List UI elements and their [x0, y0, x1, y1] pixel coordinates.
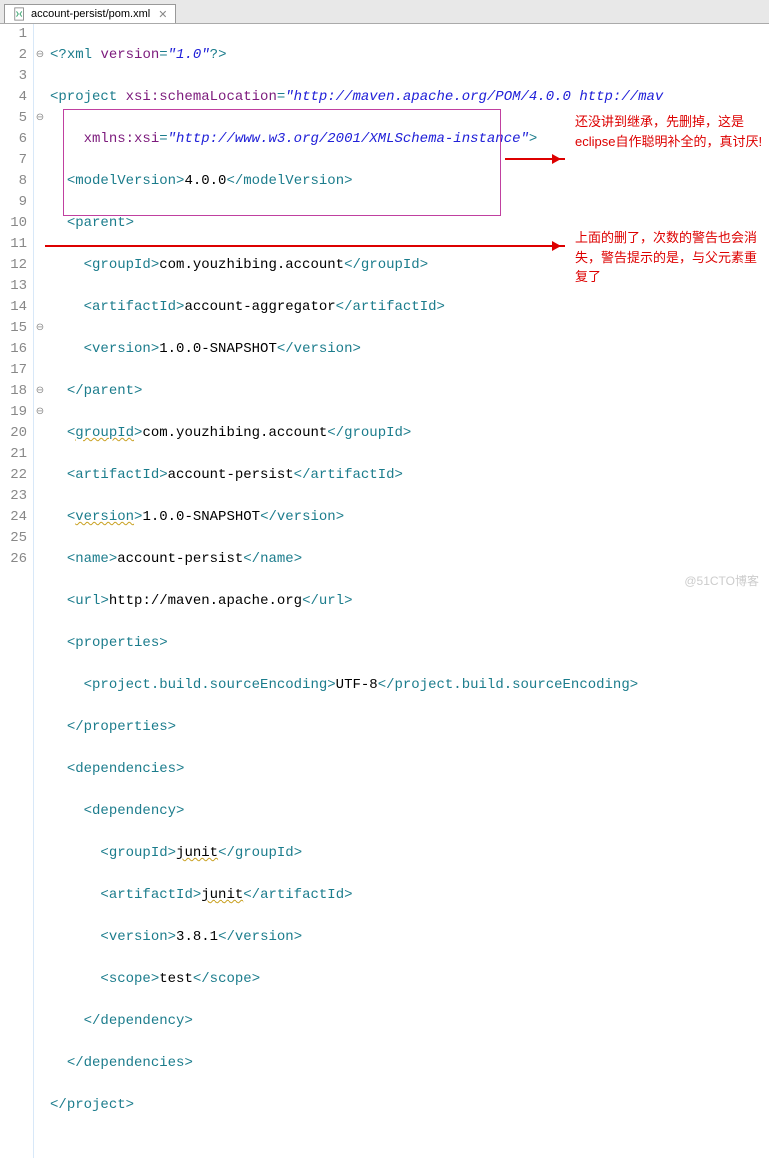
annotation-text: 上面的删了，次数的警告也会消失，警告提示的是，与父元素重复了 — [575, 228, 765, 287]
xml-file-icon — [13, 7, 27, 21]
annotation-text: 还没讲到继承，先删掉，这是eclipse自作聪明补全的，真讨厌! — [575, 112, 765, 151]
tab-bar: account-persist/pom.xml ✕ — [0, 0, 769, 24]
arrow-icon — [505, 158, 565, 160]
close-icon[interactable]: ✕ — [158, 8, 167, 21]
line-gutter: 12345 6789 10! 11! 12! 1314151617 181920… — [0, 24, 34, 1158]
arrow-icon — [45, 245, 565, 247]
tab-label: account-persist/pom.xml — [31, 8, 150, 20]
file-tab[interactable]: account-persist/pom.xml ✕ — [4, 4, 176, 23]
watermark: @51CTO博客 — [684, 572, 759, 589]
code-editor[interactable]: 12345 6789 10! 11! 12! 1314151617 181920… — [0, 24, 769, 1158]
code-area[interactable]: <?xml version="1.0"?> <project xsi:schem… — [46, 24, 769, 1158]
fold-column: ⊖ ⊖ ⊖ ⊖⊖ — [34, 24, 46, 1158]
